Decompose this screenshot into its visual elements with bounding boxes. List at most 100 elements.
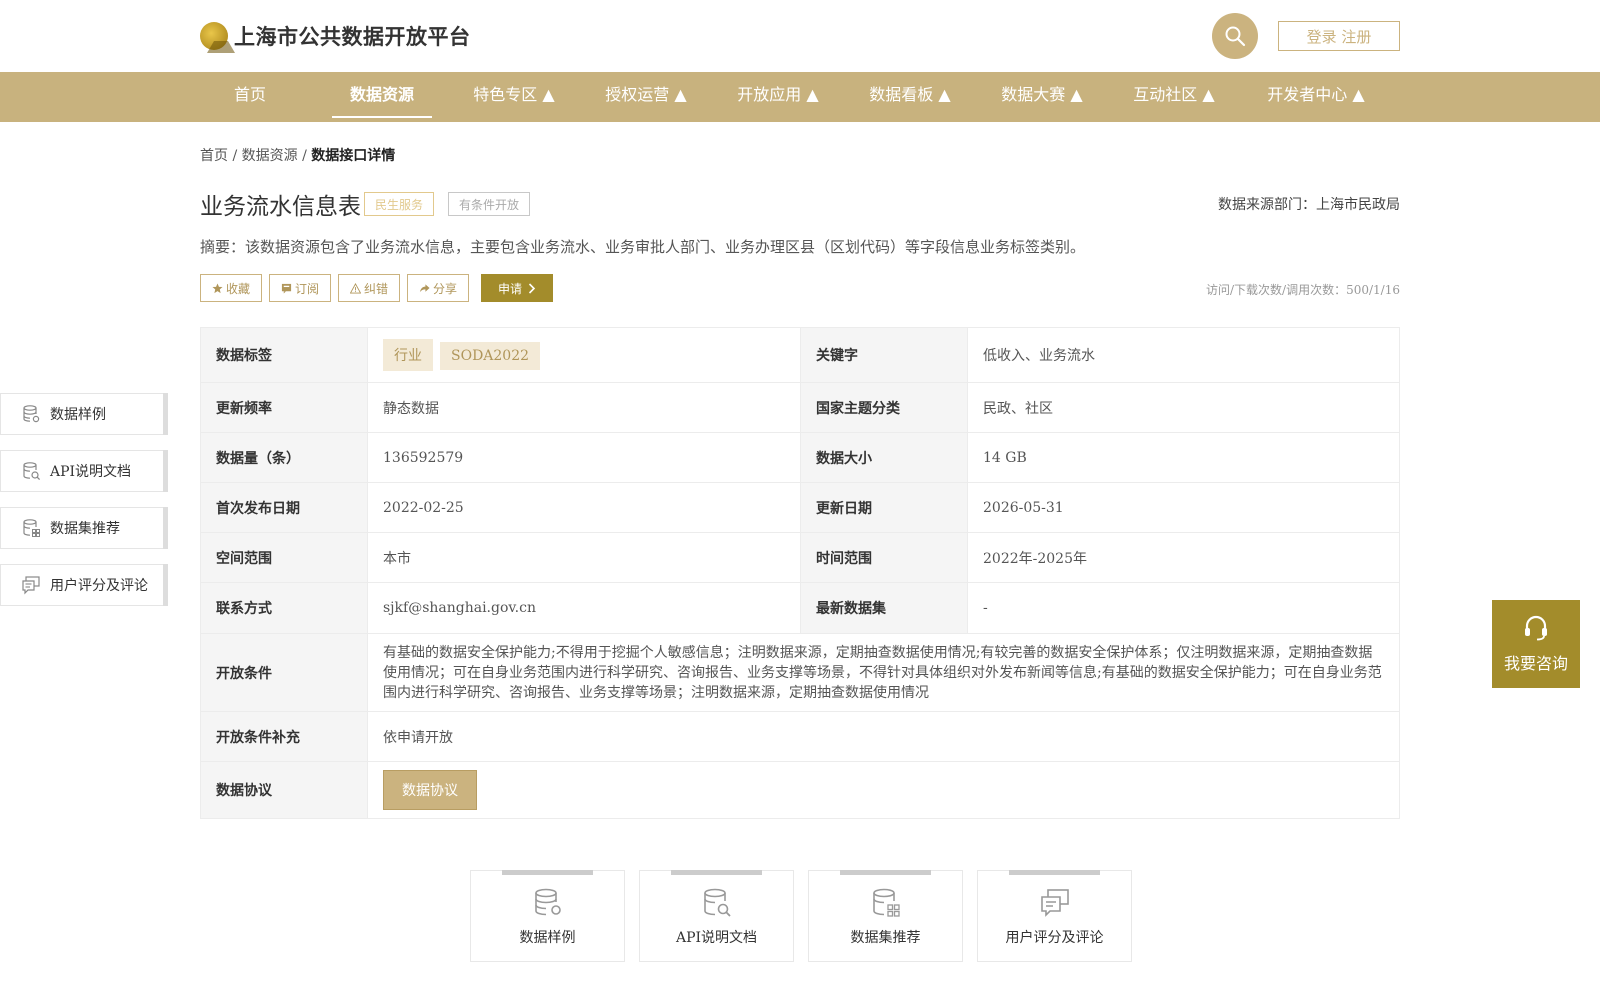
value-update-date: 2026-05-31 — [967, 482, 1400, 533]
label-first-publish: 首次发布日期 — [200, 482, 368, 533]
value-open-condition: 有基础的数据安全保护能力;不得用于挖掘个人敏感信息；注明数据来源，定期抽查数据使… — [367, 633, 1400, 712]
label-count: 数据量（条） — [200, 432, 368, 483]
breadcrumb-resource[interactable]: 数据资源 — [242, 148, 298, 164]
label-theme: 国家主题分类 — [800, 382, 968, 433]
value-frequency: 静态数据 — [367, 382, 801, 433]
label-frequency: 更新频率 — [200, 382, 368, 433]
table-row: 首次发布日期 2022-02-25 更新日期 2026-05-31 — [200, 482, 1400, 533]
subscribe-icon — [281, 283, 292, 294]
value-size: 14 GB — [967, 432, 1400, 483]
table-row: 更新频率 静态数据 国家主题分类 民政、社区 — [200, 382, 1400, 433]
label-size: 数据大小 — [800, 432, 968, 483]
value-time-range: 2022年-2025年 — [967, 532, 1400, 583]
data-tag[interactable]: SODA2022 — [440, 342, 541, 370]
logo[interactable]: 上海市公共数据开放平台 — [200, 20, 471, 53]
warning-icon — [350, 282, 362, 294]
database-grid-icon — [23, 519, 40, 537]
label-open-condition-extra: 开放条件补充 — [200, 711, 368, 762]
database-search-icon — [23, 462, 41, 481]
comment-icon — [1040, 889, 1069, 917]
table-row: 数据量（条） 136592579 数据大小 14 GB — [200, 432, 1400, 483]
headset-icon — [1525, 615, 1547, 641]
card-api-doc[interactable]: API说明文档 — [639, 870, 794, 962]
data-tag[interactable]: 行业 — [383, 339, 433, 371]
breadcrumb-separator: / — [302, 148, 307, 164]
label-update-date: 更新日期 — [800, 482, 968, 533]
share-icon — [419, 283, 430, 292]
nav-item-data-contest[interactable]: 数据大赛 ▲ — [992, 72, 1092, 122]
chevron-right-icon — [528, 282, 536, 294]
value-latest-dataset[interactable]: - — [967, 582, 1400, 634]
logo-text: 上海市公共数据开放平台 — [234, 25, 471, 49]
report-error-button[interactable]: 纠错 — [338, 274, 401, 302]
table-row: 数据标签 行业 SODA2022 关键字 低收入、业务流水 — [200, 327, 1400, 383]
label-protocol: 数据协议 — [200, 761, 368, 819]
table-row: 联系方式 sjkf@shanghai.gov.cn 最新数据集 - — [200, 582, 1400, 634]
apply-wrapper: 申请 — [481, 274, 553, 302]
star-icon — [212, 282, 223, 293]
database-gear-icon — [534, 888, 561, 916]
nav-item-home[interactable]: 首页 — [200, 72, 300, 122]
database-grid-icon — [872, 888, 900, 917]
label-open-condition: 开放条件 — [200, 633, 368, 712]
login-register-button[interactable]: 登录 注册 — [1278, 21, 1400, 51]
label-space: 空间范围 — [200, 532, 368, 583]
card-top-bar — [502, 870, 593, 875]
nav-item-community[interactable]: 互动社区 ▲ — [1124, 72, 1224, 122]
search-button[interactable] — [1212, 13, 1258, 59]
card-rating-comments[interactable]: 用户评分及评论 — [977, 870, 1132, 962]
label-keywords: 关键字 — [800, 327, 968, 383]
value-keywords: 低收入、业务流水 — [967, 327, 1400, 383]
value-space: 本市 — [367, 532, 801, 583]
page-title: 业务流水信息表 — [200, 194, 361, 220]
database-search-icon — [703, 888, 731, 917]
service-tag: 民生服务 — [364, 192, 435, 216]
value-open-condition-extra: 依申请开放 — [367, 711, 1400, 762]
card-data-sample[interactable]: 数据样例 — [470, 870, 625, 962]
value-first-publish: 2022-02-25 — [367, 482, 801, 533]
label-tags: 数据标签 — [200, 327, 368, 383]
access-stats: 访问/下载次数/调用次数：500/1/16 — [1206, 283, 1400, 297]
metadata-table: 数据标签 行业 SODA2022 关键字 低收入、业务流水 更新频率 静态数据 国… — [200, 327, 1400, 819]
value-tags: 行业 SODA2022 — [367, 327, 801, 383]
table-row: 空间范围 本市 时间范围 2022年-2025年 — [200, 532, 1400, 583]
nav-item-data-board[interactable]: 数据看板 ▲ — [860, 72, 960, 122]
nav-item-developer[interactable]: 开发者中心 ▲ — [1256, 72, 1376, 122]
value-theme: 民政、社区 — [967, 382, 1400, 433]
nav-item-data-resource[interactable]: 数据资源 — [332, 72, 432, 122]
label-contact: 联系方式 — [200, 582, 368, 634]
nav-item-featured[interactable]: 特色专区 ▲ — [464, 72, 564, 122]
side-item-rating-comments[interactable]: 用户评分及评论 — [0, 564, 168, 606]
label-time-range: 时间范围 — [800, 532, 968, 583]
summary: 摘要：该数据资源包含了业务流水信息，主要包含业务流水、业务审批人部门、业务办理区… — [200, 238, 1086, 256]
subscribe-button[interactable]: 订阅 — [269, 274, 332, 302]
share-button[interactable]: 分享 — [407, 274, 470, 302]
consult-button[interactable]: 我要咨询 — [1492, 600, 1580, 688]
label-latest-dataset: 最新数据集 — [800, 582, 968, 634]
main-nav: 首页 数据资源 特色专区 ▲ 授权运营 ▲ 开放应用 ▲ 数据看板 ▲ 数据大赛… — [0, 72, 1600, 122]
card-dataset-recommend[interactable]: 数据集推荐 — [808, 870, 963, 962]
database-gear-icon — [23, 405, 40, 423]
comment-icon — [22, 576, 40, 595]
side-item-data-sample[interactable]: 数据样例 — [0, 393, 168, 435]
nav-item-authorized-ops[interactable]: 授权运营 ▲ — [596, 72, 696, 122]
source-department: 数据来源部门：上海市民政局 — [1218, 197, 1400, 213]
breadcrumb-home[interactable]: 首页 — [200, 148, 228, 164]
table-row: 开放条件 有基础的数据安全保护能力;不得用于挖掘个人敏感信息；注明数据来源，定期… — [200, 633, 1400, 712]
logo-icon — [200, 22, 235, 53]
breadcrumb: 首页 / 数据资源 / 数据接口详情 — [200, 145, 395, 165]
open-type-tag: 有条件开放 — [448, 192, 531, 216]
breadcrumb-separator: / — [232, 148, 238, 164]
table-row: 开放条件补充 依申请开放 — [200, 711, 1400, 762]
search-icon — [1225, 26, 1246, 47]
nav-item-open-apps[interactable]: 开放应用 ▲ — [728, 72, 828, 122]
collect-button[interactable]: 收藏 — [200, 274, 263, 302]
value-contact: sjkf@shanghai.gov.cn — [367, 582, 801, 634]
data-protocol-button[interactable]: 数据协议 — [383, 770, 477, 810]
side-item-dataset-recommend[interactable]: 数据集推荐 — [0, 507, 168, 549]
value-protocol: 数据协议 — [367, 761, 1400, 819]
card-top-bar — [1009, 870, 1100, 875]
apply-button[interactable]: 申请 — [481, 274, 553, 302]
side-item-api-doc[interactable]: API说明文档 — [0, 450, 168, 492]
action-bar: 收藏 订阅 纠错 分享 — [200, 274, 470, 302]
